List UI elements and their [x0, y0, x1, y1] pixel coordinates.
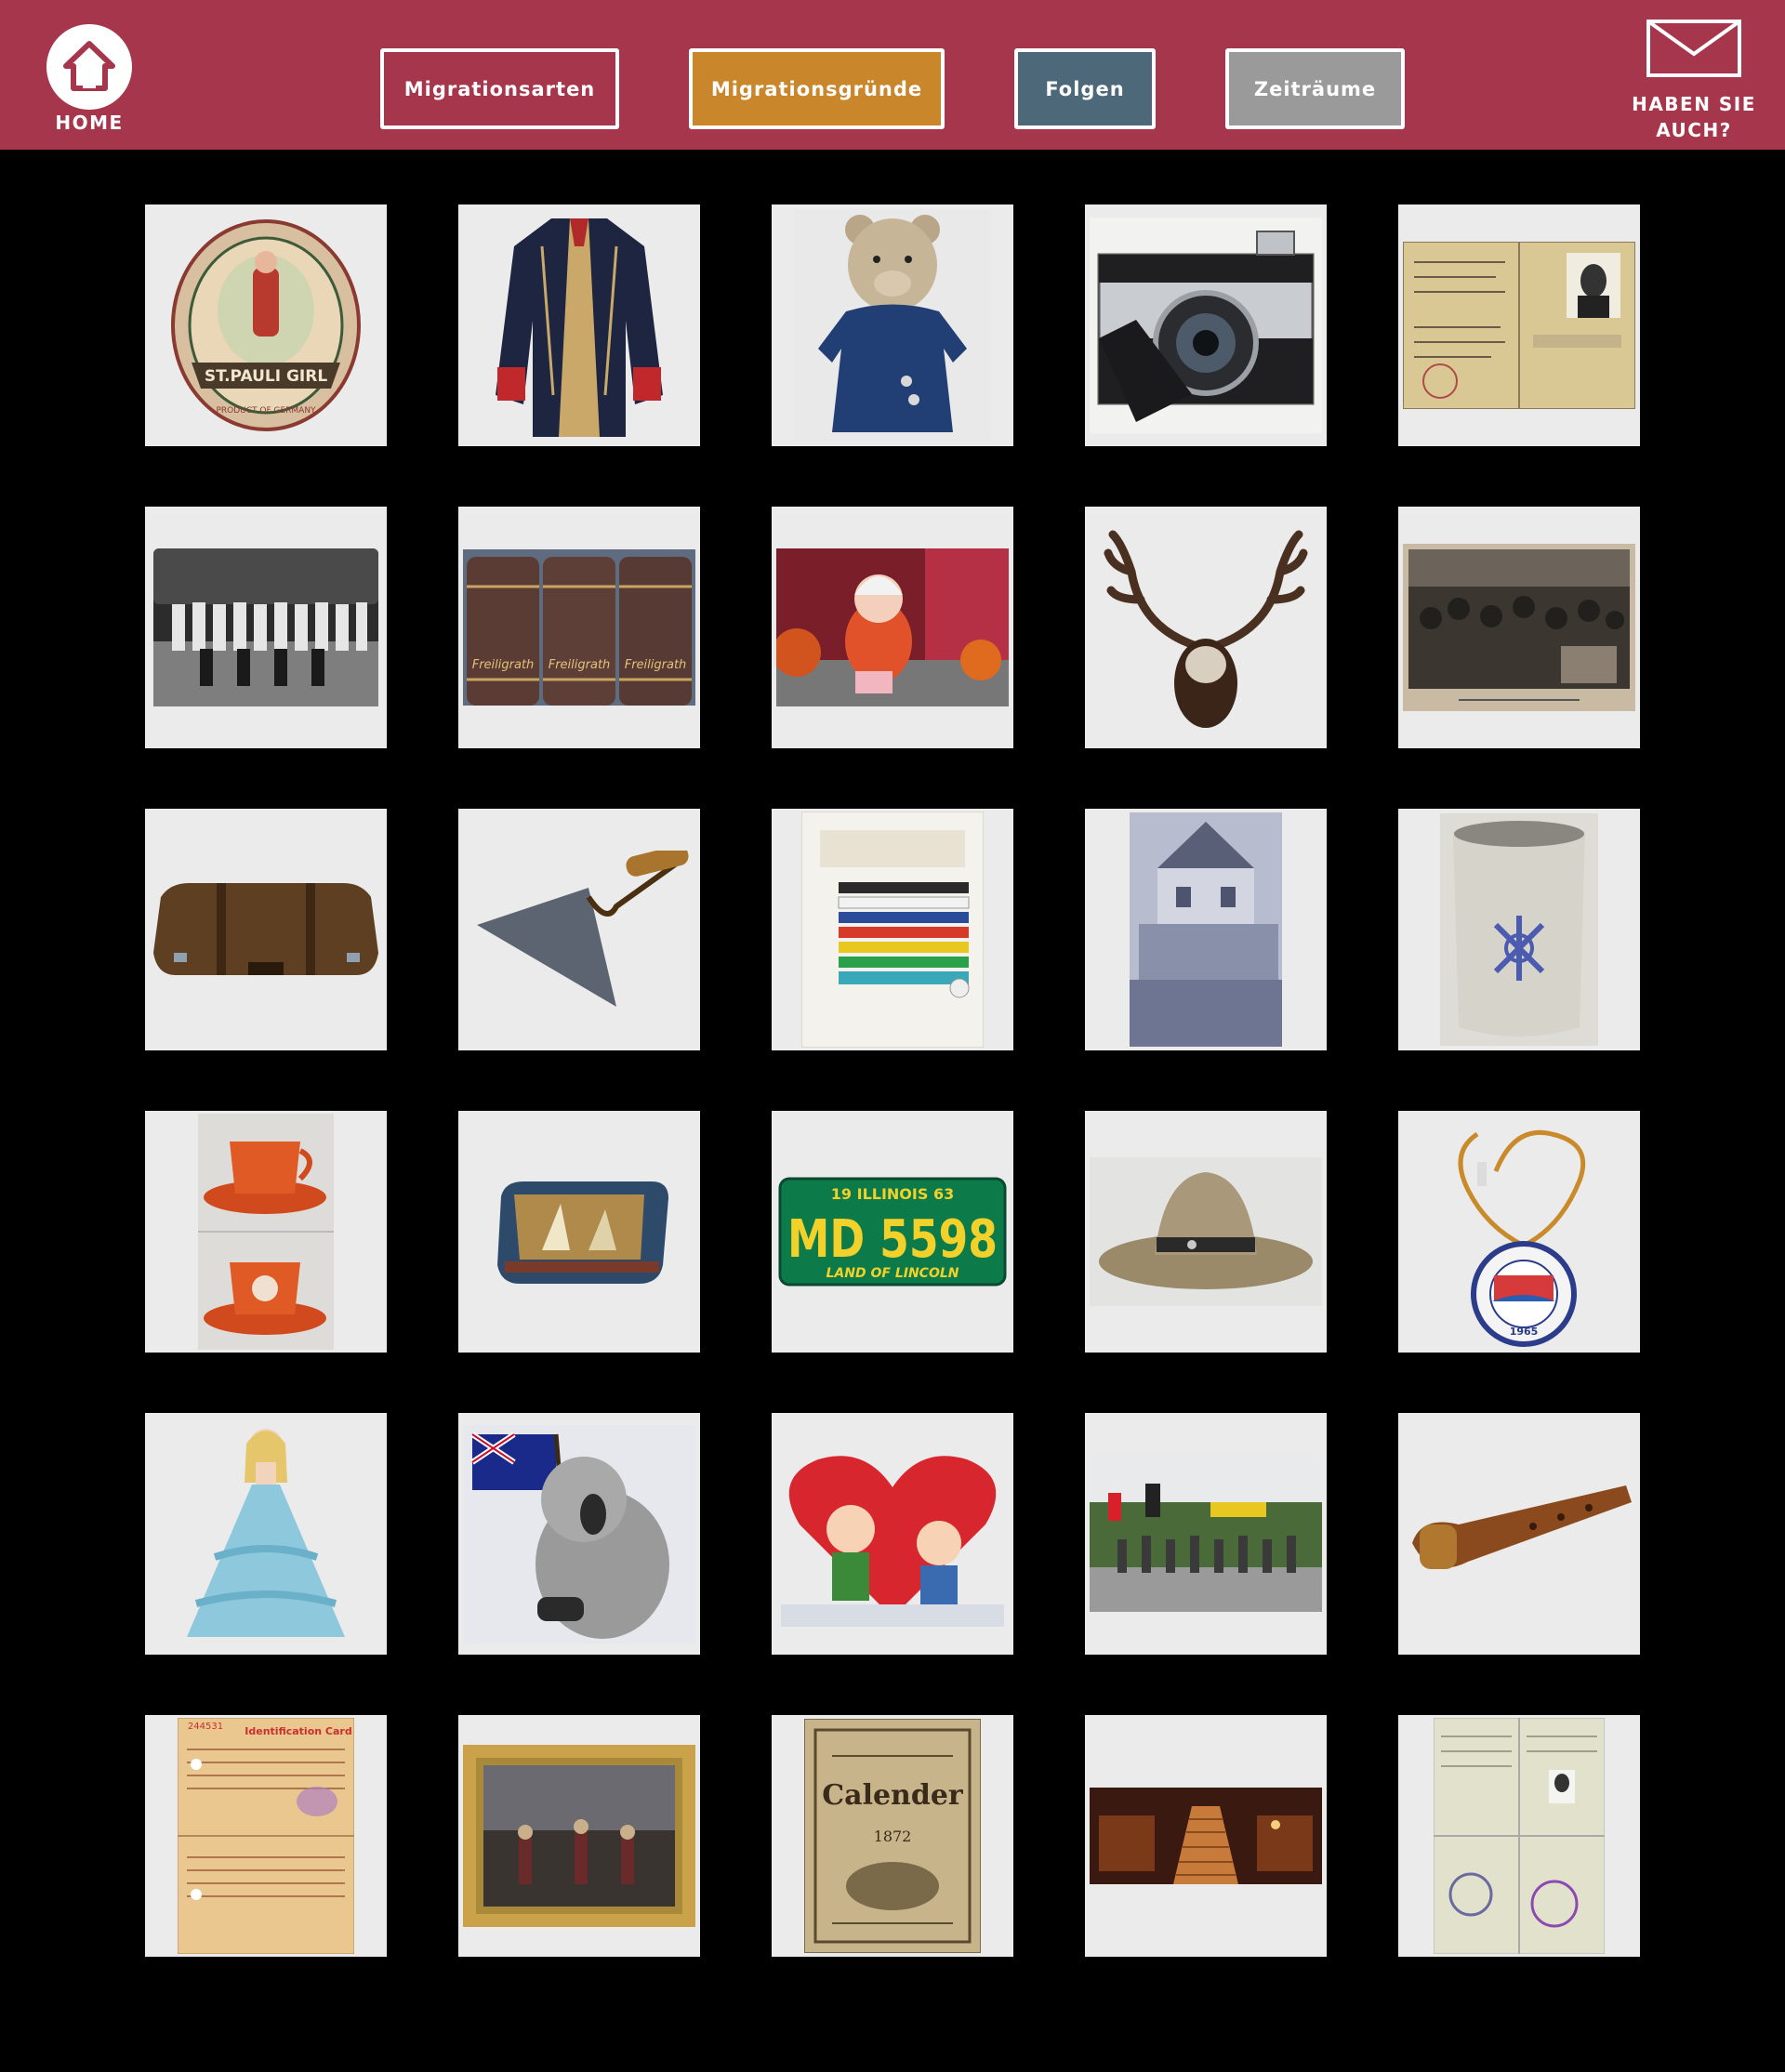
calendar-year: 1872 [874, 1828, 912, 1845]
book-spine-text: Freiligrath [625, 658, 687, 672]
object-tile-sewing-kit[interactable] [772, 809, 1013, 1050]
plate-number-text: MD 5598 [787, 1209, 998, 1270]
medal-year-text: 1965 [1510, 1326, 1539, 1338]
passport-pages-icon [1434, 1718, 1605, 1954]
sewing-kit-icon [801, 812, 984, 1048]
child-halloween-photo-icon [776, 548, 1009, 706]
valentine-card-icon [781, 1456, 1004, 1627]
id-card-icon: Identification Card 244531 [178, 1718, 354, 1954]
teddy-bear-icon [795, 209, 990, 442]
beer-label-icon: ST.PAULI GIRL PRODUCT OF GERMANY [171, 219, 361, 431]
object-tile-framed-painting[interactable] [458, 1715, 700, 1957]
plate-top-text: 19 ILLINOIS 63 [831, 1185, 954, 1203]
trowel-icon [477, 851, 689, 1007]
uniform-coat-icon [496, 218, 663, 437]
camera-icon [1090, 218, 1322, 433]
object-tile-mug[interactable] [1398, 809, 1640, 1050]
home-button[interactable]: HOME [43, 24, 136, 139]
doll-dress-icon [187, 1429, 345, 1637]
object-tile-hat[interactable] [1085, 1111, 1327, 1353]
teacups-icon [198, 1114, 334, 1350]
suitcase-icon [153, 883, 378, 975]
plate-bottom-text: LAND OF LINCOLN [826, 1266, 959, 1281]
beer-brand-text: ST.PAULI GIRL [205, 367, 327, 386]
home-label: HOME [55, 112, 124, 134]
object-tile-uniform-coat[interactable] [458, 205, 700, 446]
contact-button[interactable]: HABEN SIE AUCH? [1629, 19, 1759, 141]
object-tile-valentine[interactable] [772, 1413, 1013, 1655]
house-photo-icon [1130, 812, 1282, 1047]
id-card-number: 244531 [188, 1722, 223, 1732]
license-plate-icon: 19 ILLINOIS 63 MD 5598 LAND OF LINCOLN [778, 1177, 1007, 1287]
contact-label: HABEN SIE AUCH? [1632, 93, 1756, 141]
object-tile-calendar[interactable]: Calender 1872 [772, 1715, 1013, 1957]
beer-origin-text: PRODUCT OF GERMANY [216, 406, 316, 416]
tin-box-icon [497, 1181, 668, 1284]
object-tile-team-photo[interactable] [145, 507, 387, 748]
framed-painting-icon [463, 1745, 695, 1927]
object-tile-child-photo[interactable] [772, 507, 1013, 748]
calendar-booklet-icon: Calender 1872 [804, 1719, 981, 1953]
object-tile-march-photo[interactable] [1085, 1413, 1327, 1655]
engraving-crowd-icon [1403, 544, 1635, 711]
books-icon: Freiligrath Freiligrath Freiligrath [463, 549, 695, 706]
id-card-title: Identification Card [245, 1725, 351, 1737]
team-photo-icon [153, 548, 378, 706]
zeitraeume-button[interactable]: Zeiträume [1225, 48, 1405, 129]
object-tile-tin-box[interactable] [458, 1111, 700, 1353]
object-tile-passport-document[interactable] [1398, 205, 1640, 446]
object-tile-museum-stairs[interactable] [1085, 1715, 1327, 1957]
object-tile-koala[interactable] [458, 1413, 700, 1655]
object-tile-doll-dress[interactable] [145, 1413, 387, 1655]
object-tile-house-photo[interactable] [1085, 809, 1327, 1050]
top-navigation-bar: HOME Migrationsarten Migrationsgründe Fo… [0, 0, 1785, 150]
object-tile-books[interactable]: Freiligrath Freiligrath Freiligrath [458, 507, 700, 748]
home-icon [46, 24, 132, 110]
object-tile-passport-pages[interactable] [1398, 1715, 1640, 1957]
book-spine-text: Freiligrath [549, 658, 611, 672]
object-tile-trowel[interactable] [458, 809, 700, 1050]
museum-stairs-photo-icon [1090, 1788, 1322, 1884]
campaign-hat-icon [1090, 1157, 1322, 1306]
medal-icon: 1965 [1458, 1129, 1586, 1347]
envelope-icon [1646, 20, 1741, 77]
object-tile-teddy-bear[interactable] [772, 205, 1013, 446]
object-tile-camera[interactable] [1085, 205, 1327, 446]
object-tile-beer-label[interactable]: ST.PAULI GIRL PRODUCT OF GERMANY [145, 205, 387, 446]
passport-document-icon [1403, 242, 1635, 409]
object-tile-recorder[interactable] [1398, 1413, 1640, 1655]
folgen-button[interactable]: Folgen [1014, 48, 1156, 129]
object-tile-medal[interactable]: 1965 [1398, 1111, 1640, 1353]
book-spine-text: Freiligrath [472, 658, 535, 672]
object-tile-id-card[interactable]: Identification Card 244531 [145, 1715, 387, 1957]
protest-march-photo-icon [1090, 1456, 1322, 1612]
migrationsgruende-button[interactable]: Migrationsgründe [689, 48, 945, 129]
antlers-trophy-icon [1104, 530, 1308, 728]
object-tile-suitcase[interactable] [145, 809, 387, 1050]
object-tile-antlers[interactable] [1085, 507, 1327, 748]
object-tile-engraving[interactable] [1398, 507, 1640, 748]
migrationsarten-button[interactable]: Migrationsarten [380, 48, 619, 129]
mug-icon [1440, 813, 1598, 1046]
calendar-title: Calender [822, 1779, 964, 1812]
object-tile-teacups[interactable] [145, 1111, 387, 1353]
recorder-flute-icon [1412, 1485, 1632, 1569]
koala-flag-icon [463, 1424, 695, 1643]
object-tile-license-plate[interactable]: 19 ILLINOIS 63 MD 5598 LAND OF LINCOLN [772, 1111, 1013, 1353]
